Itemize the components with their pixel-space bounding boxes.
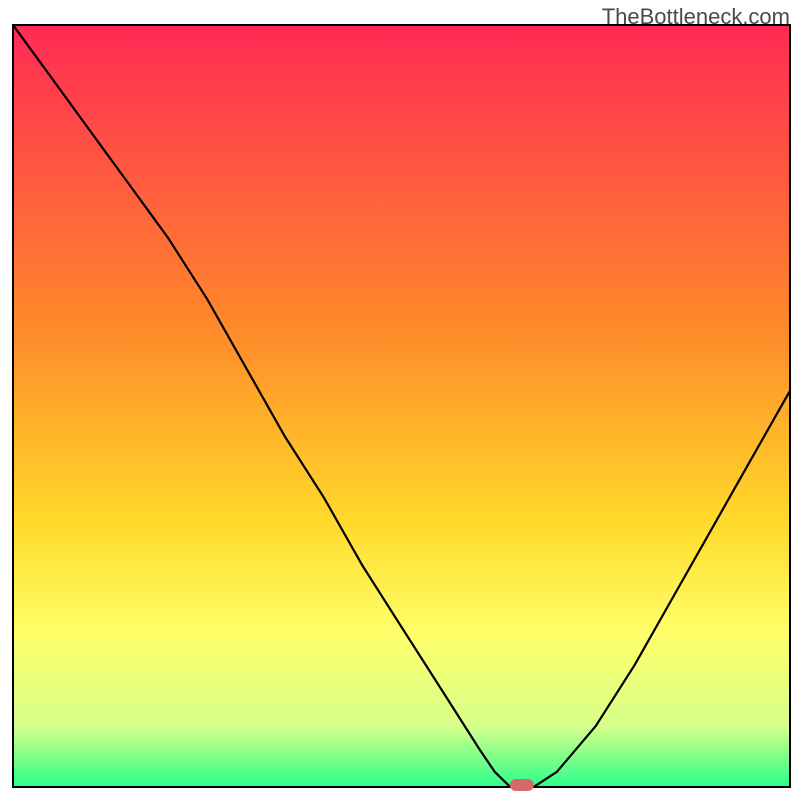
watermark-label: TheBottleneck.com xyxy=(602,4,790,30)
gradient-background xyxy=(13,25,790,787)
minimum-marker xyxy=(510,779,534,791)
bottleneck-chart: TheBottleneck.com xyxy=(0,0,800,800)
chart-svg xyxy=(0,0,800,800)
